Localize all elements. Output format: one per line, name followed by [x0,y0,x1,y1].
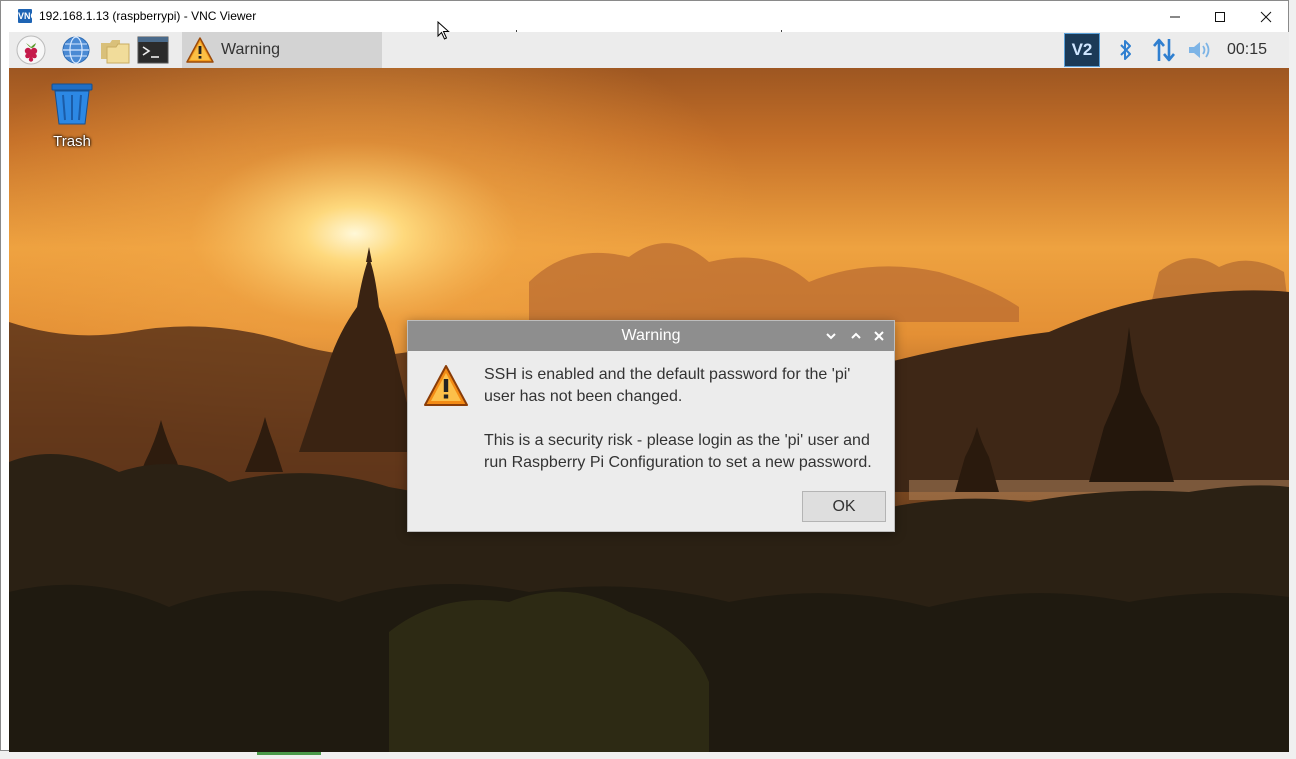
window-titlebar[interactable]: VNC 192.168.1.13 (raspberrypi) - VNC Vie… [1,1,1288,32]
dialog-title: Warning [621,327,681,344]
network-tray-button[interactable] [1150,34,1178,66]
volume-tray-button[interactable] [1187,34,1215,66]
dialog-titlebar[interactable]: Warning [408,321,894,351]
window-title: 192.168.1.13 (raspberrypi) - VNC Viewer [39,9,257,23]
remote-desktop[interactable]: Warning V2 00:15 Trash Warning SSH is en… [9,32,1289,752]
web-browser-icon [62,36,90,64]
taskbar-panel: Warning V2 00:15 [9,32,1289,68]
vnc-app-icon: VNC [18,9,38,23]
dialog-message-line1: SSH is enabled and the default password … [484,366,851,405]
taskbar-item-label: Warning [221,41,280,58]
volume-icon [1189,42,1210,58]
close-icon [1260,11,1272,22]
window-maximize-button[interactable] [1197,1,1243,32]
file-manager-icon [101,40,130,64]
desktop-icon-trash[interactable]: Trash [43,82,101,150]
dialog-minimize-button[interactable] [823,328,839,344]
warning-dialog: Warning SSH is enabled and the default p… [407,320,895,532]
dialog-close-button[interactable] [871,328,887,344]
web-browser-launcher[interactable] [60,34,92,66]
chevron-down-icon [826,333,836,340]
dialog-warning-icon-wrap [422,363,470,414]
raspberry-menu-icon [16,35,46,65]
desktop-icon-label: Trash [53,133,91,150]
bluetooth-tray-button[interactable] [1114,34,1138,66]
host-taskbar-indicator [257,752,321,755]
vnc-server-tray-button[interactable]: V2 [1064,33,1100,67]
dialog-message-line2: This is a security risk - please login a… [484,432,872,471]
terminal-icon [137,36,169,64]
mouse-cursor-icon [437,21,450,40]
dialog-maximize-button[interactable] [848,328,864,344]
window-close-button[interactable] [1243,1,1289,32]
vnc-viewer-window: VNC 192.168.1.13 (raspberrypi) - VNC Vie… [0,0,1289,752]
network-icon [1153,38,1175,62]
dialog-message: SSH is enabled and the default password … [484,364,884,496]
trash-icon [51,83,93,125]
taskbar-item-warning[interactable]: Warning [182,32,382,68]
ok-button[interactable]: OK [802,491,886,522]
chevron-up-icon [851,332,861,339]
warning-icon [424,365,468,406]
window-minimize-button[interactable] [1152,1,1198,32]
vnc-server-icon: V2 [1071,40,1093,59]
menu-button[interactable] [15,34,47,66]
bluetooth-icon [1120,40,1131,60]
close-icon [874,331,884,341]
file-manager-launcher[interactable] [99,34,131,66]
panel-clock[interactable]: 00:15 [1227,41,1267,59]
warning-icon [186,37,214,63]
maximize-icon [1215,11,1225,22]
terminal-launcher[interactable] [137,34,169,66]
minimize-icon [1170,16,1180,17]
